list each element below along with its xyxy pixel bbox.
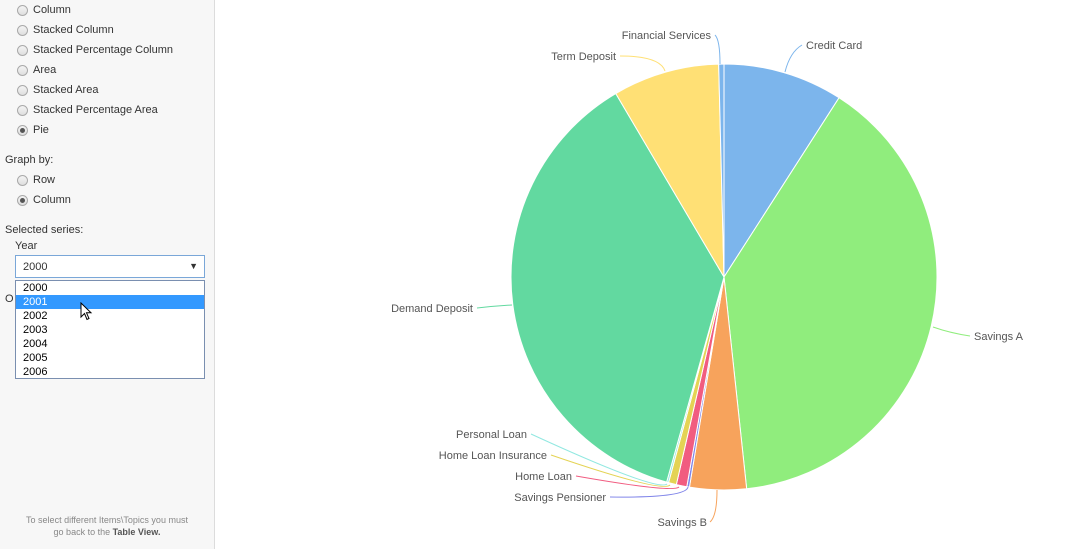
data-label-savings-pensioner: Savings Pensioner bbox=[514, 492, 606, 504]
data-label-financial-services: Financial Services bbox=[622, 30, 712, 42]
pie-chart: Credit Card Savings A Savings B Savings Pen… bbox=[391, 30, 1024, 529]
connector-financial-services bbox=[714, 34, 721, 65]
connector-savings-b bbox=[709, 489, 718, 523]
data-label-personal-loan: Personal Loan bbox=[456, 429, 527, 441]
data-label-demand-deposit: Demand Deposit bbox=[391, 303, 473, 315]
connector-savings-a bbox=[932, 326, 971, 337]
data-label-home-loan-insurance: Home Loan Insurance bbox=[439, 450, 547, 462]
connector-term-deposit bbox=[619, 55, 666, 72]
data-label-savings-b: Savings B bbox=[657, 517, 707, 529]
data-label-credit-card: Credit Card bbox=[806, 40, 862, 52]
data-label-term-deposit: Term Deposit bbox=[551, 51, 616, 63]
connector-demand-deposit bbox=[476, 304, 513, 309]
data-label-savings-a: Savings A bbox=[974, 331, 1024, 343]
data-label-home-loan: Home Loan bbox=[515, 471, 572, 483]
connector-credit-card bbox=[784, 44, 803, 73]
